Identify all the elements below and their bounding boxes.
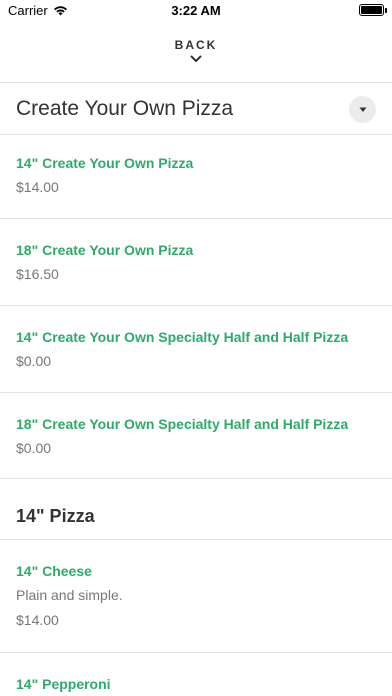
status-time: 3:22 AM <box>171 3 221 18</box>
chevron-down-icon <box>190 55 202 62</box>
status-bar: Carrier 3:22 AM <box>0 0 392 22</box>
item-price: $14.00 <box>16 179 59 195</box>
section-title: Create Your Own Pizza <box>16 97 234 120</box>
item-name: 14" Create Your Own Pizza <box>16 155 194 171</box>
menu-item[interactable]: 14" Cheese Plain and simple. $14.00 <box>0 540 392 652</box>
item-name: 18" Create Your Own Specialty Half and H… <box>16 416 349 432</box>
item-name: 14" Cheese <box>16 563 92 579</box>
section-header: Create Your Own Pizza <box>0 83 392 135</box>
item-name: 18" Create Your Own Pizza <box>16 242 194 258</box>
item-price: $16.50 <box>16 266 59 282</box>
item-price: $14.00 <box>16 612 59 628</box>
item-name: 14" Pepperoni <box>16 676 111 692</box>
item-price: $0.00 <box>16 353 52 369</box>
menu-item[interactable]: 14" Create Your Own Specialty Half and H… <box>0 306 392 392</box>
item-price: $0.00 <box>16 440 52 456</box>
section-title: 14" Pizza <box>16 506 95 526</box>
item-description: Plain and simple. <box>16 587 123 603</box>
category-dropdown-button[interactable] <box>349 96 376 123</box>
item-name: 14" Create Your Own Specialty Half and H… <box>16 329 349 345</box>
menu-item[interactable]: 18" Create Your Own Pizza $16.50 <box>0 219 392 305</box>
back-label: BACK <box>174 38 218 52</box>
back-button[interactable]: BACK <box>0 30 392 74</box>
battery-icon <box>359 4 387 16</box>
menu-item[interactable]: 14" Create Your Own Pizza $14.00 <box>0 135 392 218</box>
section-header: 14" Pizza <box>0 479 392 539</box>
caret-down-icon <box>359 107 366 112</box>
menu-item[interactable]: 18" Create Your Own Specialty Half and H… <box>0 393 392 478</box>
menu-item[interactable]: 14" Pepperoni <box>0 653 392 696</box>
